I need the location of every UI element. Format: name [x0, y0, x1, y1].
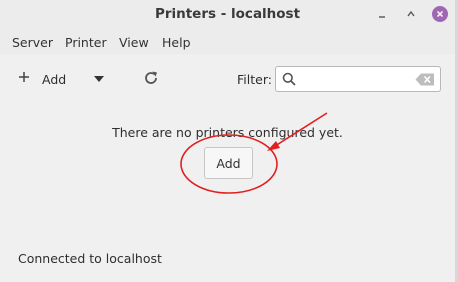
- printers-window: Printers - localhost Server Printer View…: [0, 0, 458, 282]
- filter-field[interactable]: [275, 66, 441, 92]
- menu-server[interactable]: Server: [12, 35, 53, 50]
- empty-state-message: There are no printers configured yet.: [112, 125, 343, 140]
- search-icon: [282, 72, 296, 86]
- close-icon: [436, 10, 444, 18]
- clear-icon[interactable]: [415, 73, 435, 86]
- filter-label: Filter:: [237, 72, 272, 87]
- title-bar: Printers - localhost: [0, 0, 455, 30]
- menu-view[interactable]: View: [119, 35, 149, 50]
- toolbar-add-button[interactable]: Add: [42, 72, 66, 87]
- refresh-icon[interactable]: [143, 70, 159, 86]
- maximize-button[interactable]: [403, 6, 419, 22]
- dropdown-caret-icon[interactable]: [94, 76, 104, 82]
- toolbar: Add Filter:: [0, 54, 455, 108]
- menu-bar: Server Printer View Help: [0, 30, 455, 54]
- annotation-arrowhead: [267, 141, 280, 151]
- plus-icon[interactable]: [17, 70, 31, 84]
- status-bar: Connected to localhost: [18, 251, 162, 266]
- menu-help[interactable]: Help: [162, 35, 191, 50]
- minimize-button[interactable]: [374, 6, 390, 22]
- add-printer-button[interactable]: Add: [204, 147, 253, 179]
- minimize-icon: [379, 16, 385, 18]
- close-button[interactable]: [432, 6, 448, 22]
- menu-printer[interactable]: Printer: [65, 35, 107, 50]
- maximize-icon: [407, 10, 415, 17]
- filter-input[interactable]: [300, 70, 414, 90]
